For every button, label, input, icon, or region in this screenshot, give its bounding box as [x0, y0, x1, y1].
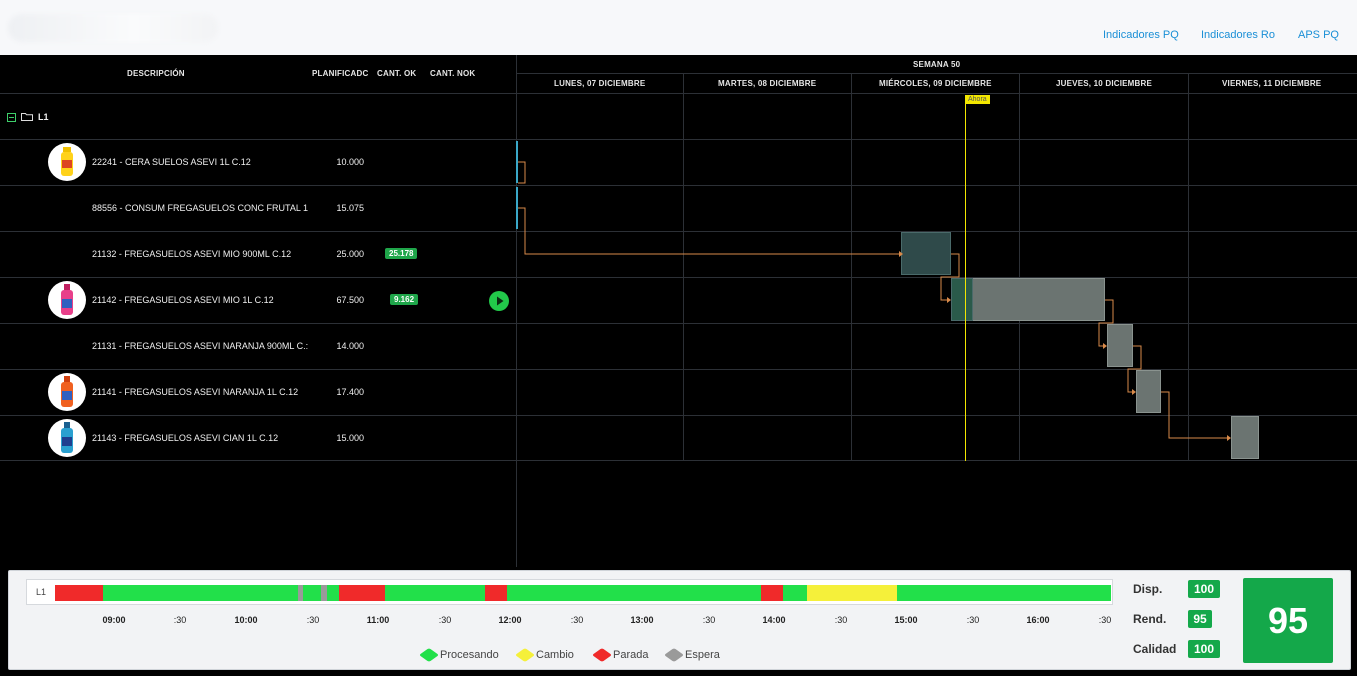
kpi-calidad-label: Calidad	[1133, 642, 1177, 656]
kpi-disp-label: Disp.	[1133, 582, 1163, 596]
tick-label: 09:00	[102, 615, 126, 625]
segment-procesando[interactable]	[303, 585, 321, 601]
nav-aps-pq[interactable]: APS PQ	[1298, 29, 1339, 41]
status-timeline[interactable]: L1	[26, 579, 1113, 605]
tick-label: 11:00	[366, 615, 390, 625]
tick-label: 15:00	[894, 615, 918, 625]
legend-cambio: Cambio	[515, 648, 574, 662]
line-status-panel: L1 09:00 :30 10:00 :30 11:00 :30 12:00 :…	[8, 570, 1351, 670]
timeline-line-label: L1	[36, 587, 47, 597]
segment-procesando[interactable]	[103, 585, 298, 601]
tick-label: :30	[966, 615, 980, 625]
segment-procesando[interactable]	[327, 585, 339, 601]
kpi-calidad-value: 100	[1188, 640, 1220, 658]
oee-value: 95	[1243, 578, 1333, 663]
tick-label: :30	[834, 615, 848, 625]
nav-indicadores-pq[interactable]: Indicadores PQ	[1103, 29, 1179, 41]
segment-procesando[interactable]	[897, 585, 1111, 601]
tick-label: 14:00	[762, 615, 786, 625]
kpi-rend-value: 95	[1188, 610, 1212, 628]
top-bar: Indicadores PQ Indicadores Ro APS PQ	[0, 0, 1357, 55]
tick-label: 10:00	[234, 615, 258, 625]
nav-indicadores-ro[interactable]: Indicadores Ro	[1201, 29, 1275, 41]
cambio-swatch-icon	[515, 648, 535, 662]
now-line	[965, 95, 966, 461]
segment-cambio[interactable]	[807, 585, 897, 601]
segment-procesando[interactable]	[507, 585, 761, 601]
parada-swatch-icon	[592, 648, 612, 662]
segment-parada[interactable]	[55, 585, 103, 601]
gantt-connectors	[518, 161, 1231, 441]
kpi-rend-label: Rend.	[1133, 612, 1167, 626]
tick-label: 13:00	[630, 615, 654, 625]
legend-label: Procesando	[440, 649, 499, 661]
kpi-disp-value: 100	[1188, 580, 1220, 598]
planner: DESCRIPCIÓN PLANIFICADC CANT. OK CANT. N…	[0, 55, 1357, 567]
tick-label: 16:00	[1026, 615, 1050, 625]
legend-procesando: Procesando	[419, 648, 499, 662]
legend-label: Parada	[613, 649, 649, 661]
segment-procesando[interactable]	[385, 585, 485, 601]
espera-swatch-icon	[664, 648, 684, 662]
now-label: Ahora	[965, 95, 990, 104]
legend-parada: Parada	[592, 648, 649, 662]
segment-parada[interactable]	[761, 585, 783, 601]
tick-label: :30	[1098, 615, 1112, 625]
segment-parada[interactable]	[339, 585, 385, 601]
legend-label: Espera	[685, 649, 720, 661]
tick-label: :30	[438, 615, 452, 625]
tick-label: :30	[702, 615, 716, 625]
tick-label: :30	[173, 615, 187, 625]
procesando-swatch-icon	[419, 648, 439, 662]
tick-label: :30	[570, 615, 584, 625]
segment-procesando[interactable]	[783, 585, 807, 601]
tick-label: :30	[306, 615, 320, 625]
legend-label: Cambio	[536, 649, 574, 661]
logo	[8, 14, 218, 42]
segment-parada[interactable]	[485, 585, 507, 601]
tick-label: 12:00	[498, 615, 522, 625]
legend-espera: Espera	[664, 648, 720, 662]
